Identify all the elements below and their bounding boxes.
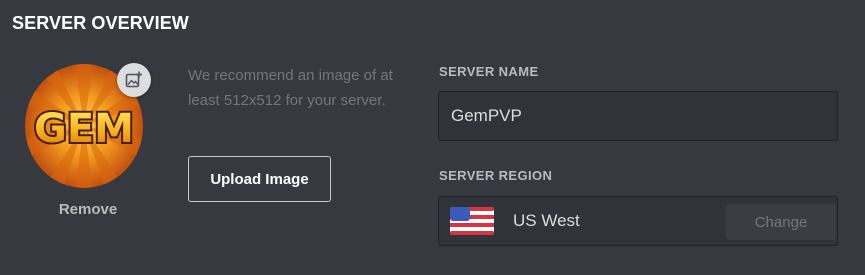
upload-hint: We recommend an image of at least 512x51… [188, 67, 393, 109]
add-image-icon [125, 71, 142, 88]
upload-image-button[interactable]: Upload Image [188, 156, 331, 202]
server-name-label: SERVER NAME [439, 64, 539, 79]
server-region-label: SERVER REGION [439, 168, 553, 183]
add-image-button[interactable] [117, 63, 151, 97]
remove-icon-link[interactable]: Remove [34, 199, 142, 221]
change-region-button[interactable]: Change [726, 204, 836, 240]
section-title: SERVER OVERVIEW [12, 13, 189, 33]
server-region-select[interactable]: US West Change [438, 196, 838, 246]
server-region-value: US West [513, 211, 580, 230]
server-logo-text: GEM [34, 106, 134, 152]
server-overview-page: SERVER OVERVIEW GEM Remove We recommend … [0, 0, 865, 275]
us-flag-icon [450, 207, 494, 235]
server-name-input[interactable] [438, 91, 838, 141]
